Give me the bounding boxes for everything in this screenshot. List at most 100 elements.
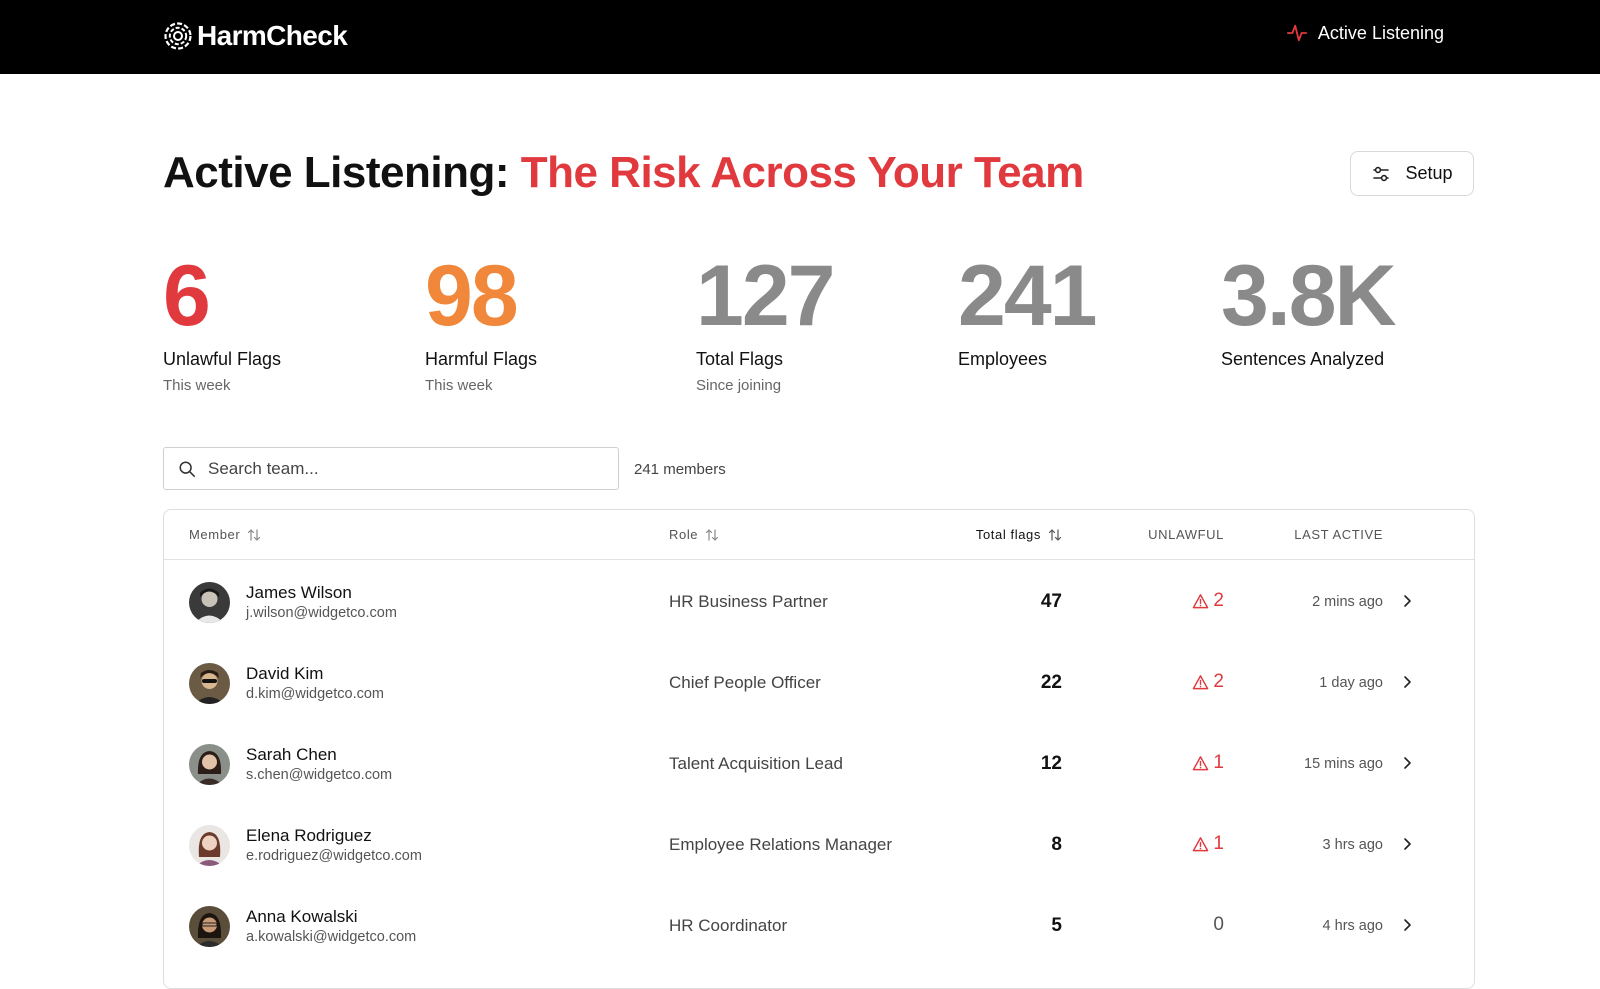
- page-title: Active Listening: The Risk Across Your T…: [163, 148, 1084, 198]
- total-flags: 8: [1051, 834, 1062, 855]
- member-email: a.kowalski@widgetco.com: [246, 929, 417, 945]
- chevron-right-icon[interactable]: [1398, 592, 1416, 610]
- stat-value: 6: [163, 248, 211, 344]
- chevron-right-icon[interactable]: [1398, 835, 1416, 853]
- last-active: 2 mins ago: [1312, 594, 1383, 610]
- stat-employees: 241 Employees: [958, 248, 1097, 377]
- unlawful-count: 0: [1213, 914, 1224, 936]
- page-title-accent: The Risk Across Your Team: [520, 148, 1084, 197]
- last-active: 3 hrs ago: [1322, 837, 1383, 853]
- member-name: Elena Rodriguez: [246, 826, 372, 845]
- member-role: Employee Relations Manager: [669, 835, 893, 854]
- member-email: d.kim@widgetco.com: [246, 686, 385, 702]
- column-header-total-flags[interactable]: Total flags: [976, 527, 1062, 542]
- unlawful-count: 2: [1192, 590, 1224, 612]
- table-row[interactable]: Elena Rodriguez e.rodriguez@widgetco.com…: [164, 804, 1474, 885]
- stat-label: Sentences Analyzed: [1221, 349, 1385, 369]
- table-row[interactable]: Anna Kowalski a.kowalski@widgetco.com HR…: [164, 885, 1474, 966]
- column-header-label: Total flags: [975, 527, 1041, 542]
- avatar: [189, 825, 230, 866]
- last-active: 1 day ago: [1319, 675, 1383, 691]
- stat-sublabel: Since joining: [696, 377, 782, 394]
- column-header-label: Member: [189, 527, 241, 542]
- member-name: Sarah Chen: [246, 745, 337, 764]
- column-header-role[interactable]: Role: [669, 527, 719, 542]
- sort-icon: [1048, 528, 1062, 541]
- search-input[interactable]: [208, 458, 608, 479]
- search-icon: [179, 460, 195, 477]
- member-email: e.rodriguez@widgetco.com: [246, 848, 422, 864]
- avatar-james: [189, 582, 230, 623]
- member-email: j.wilson@widgetco.com: [246, 605, 397, 621]
- total-flags: 47: [1040, 591, 1062, 612]
- member-role: Chief People Officer: [669, 673, 821, 692]
- unlawful-count: 1: [1192, 833, 1224, 855]
- member-role: HR Business Partner: [669, 592, 828, 611]
- table-row[interactable]: James Wilson j.wilson@widgetco.com HR Bu…: [164, 561, 1474, 642]
- stat-value: 241: [958, 248, 1097, 344]
- avatar-elena: [189, 825, 230, 866]
- nav-active-listening[interactable]: Active Listening: [1286, 22, 1444, 44]
- stat-sublabel: This week: [163, 377, 231, 394]
- stat-label: Harmful Flags: [425, 349, 538, 369]
- warning-icon: [1193, 593, 1209, 608]
- stat-unlawful-flags: 6 Unlawful Flags This week: [163, 248, 281, 394]
- members-count: 241 members: [634, 461, 726, 478]
- table-row[interactable]: Sarah Chen s.chen@widgetco.com Talent Ac…: [164, 723, 1474, 804]
- unlawful-value: 0: [1213, 914, 1224, 935]
- avatar: [189, 906, 230, 947]
- search-box: [163, 447, 619, 490]
- unlawful-value: 2: [1213, 671, 1224, 692]
- column-header-label: UNLAWFUL: [1148, 527, 1224, 542]
- setup-button[interactable]: Setup: [1350, 151, 1474, 196]
- table-header: Member Role Total flags UNLAWFUL LAST AC…: [164, 510, 1474, 560]
- stat-value: 127: [696, 248, 835, 344]
- warning-icon: [1193, 836, 1209, 851]
- sliders-icon: [1373, 166, 1390, 181]
- stat-value: 3.8K: [1221, 248, 1397, 344]
- unlawful-value: 1: [1213, 752, 1224, 773]
- unlawful-count: 1: [1192, 752, 1224, 774]
- stat-value: 98: [425, 248, 519, 344]
- column-header-label: Role: [669, 527, 699, 542]
- unlawful-count: 2: [1192, 671, 1224, 693]
- stat-sublabel: This week: [425, 377, 493, 394]
- chevron-right-icon[interactable]: [1398, 754, 1416, 772]
- chevron-right-icon[interactable]: [1398, 916, 1416, 934]
- page-title-prefix: Active Listening:: [163, 148, 510, 197]
- member-role: Talent Acquisition Lead: [669, 754, 843, 773]
- warning-icon: [1193, 755, 1209, 770]
- last-active: 15 mins ago: [1304, 756, 1383, 772]
- chevron-right-icon[interactable]: [1398, 673, 1416, 691]
- top-navigation-bar: HarmCheck Active Listening: [0, 0, 1600, 74]
- avatar: [189, 663, 230, 704]
- warning-icon: [1193, 674, 1209, 689]
- member-name: Anna Kowalski: [246, 907, 358, 926]
- avatar-sarah: [189, 744, 230, 785]
- column-header-unlawful: UNLAWFUL: [1148, 527, 1224, 542]
- stat-harmful-flags: 98 Harmful Flags This week: [425, 248, 538, 394]
- unlawful-value: 2: [1213, 590, 1224, 611]
- column-header-member[interactable]: Member: [189, 527, 261, 542]
- member-name: James Wilson: [246, 583, 352, 602]
- avatar: [189, 582, 230, 623]
- brand-logo[interactable]: HarmCheck: [163, 18, 348, 54]
- avatar: [189, 744, 230, 785]
- nav-active-label: Active Listening: [1317, 22, 1444, 43]
- team-table: Member Role Total flags UNLAWFUL LAST AC…: [163, 509, 1475, 989]
- brand-name: HarmCheck: [197, 20, 348, 51]
- unlawful-value: 1: [1213, 833, 1224, 854]
- sort-icon: [706, 528, 719, 541]
- member-name: David Kim: [246, 664, 324, 683]
- table-row[interactable]: David Kim d.kim@widgetco.com Chief Peopl…: [164, 642, 1474, 723]
- logo-mark-icon: [164, 22, 192, 50]
- stat-label: Employees: [958, 349, 1048, 369]
- stat-total-flags: 127 Total Flags Since joining: [696, 248, 835, 394]
- avatar-anna: [189, 906, 230, 947]
- avatar-david: [189, 663, 230, 704]
- last-active: 4 hrs ago: [1322, 918, 1383, 934]
- stat-sentences-analyzed: 3.8K Sentences Analyzed: [1221, 248, 1397, 377]
- member-role: HR Coordinator: [669, 916, 788, 935]
- setup-button-label: Setup: [1405, 163, 1453, 183]
- member-email: s.chen@widgetco.com: [246, 767, 393, 783]
